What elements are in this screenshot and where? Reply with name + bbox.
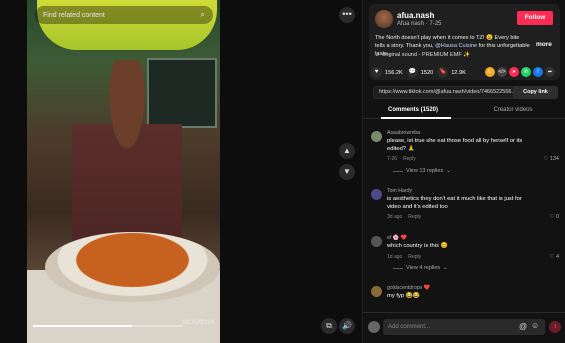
mention-icon[interactable]: @ xyxy=(519,322,527,331)
caption-mention-link[interactable]: @Hausa Cuisine xyxy=(435,43,477,49)
whatsapp-icon[interactable]: ✆ xyxy=(521,67,531,77)
comment-count: 1520 xyxy=(420,69,434,76)
comment-like-count: 4 xyxy=(555,254,559,260)
comment-meta: 1d ago Reply xyxy=(387,254,421,260)
share-buttons: ↻ </> ➤ ✆ f ➦ xyxy=(485,67,555,77)
heart-icon[interactable]: ♥ xyxy=(371,67,382,78)
chevron-down-icon: ⌄ xyxy=(446,168,451,174)
share-more-icon[interactable]: ➦ xyxy=(545,67,555,77)
comment-date: 1d ago xyxy=(387,254,403,260)
view-replies-label: View 4 replies xyxy=(406,265,441,271)
facebook-icon[interactable]: f xyxy=(533,67,543,77)
more-options-icon[interactable]: ••• xyxy=(339,7,355,23)
avatar[interactable] xyxy=(371,286,382,297)
tab-creator-videos[interactable]: Creator videos xyxy=(463,107,563,113)
avatar[interactable] xyxy=(371,189,382,200)
reply-button[interactable]: Reply xyxy=(408,214,421,220)
comment-stat[interactable]: 💬 1520 xyxy=(406,67,434,78)
save-stat[interactable]: 🔖 12.9K xyxy=(437,67,466,78)
comment-like[interactable]: ♡ 0 xyxy=(549,214,559,220)
avatar[interactable] xyxy=(371,236,382,247)
music-row[interactable]: ♫ original sound - PREMIUM EMF ✨ xyxy=(375,52,470,58)
comment-tabs: Comments (1520) Creator videos xyxy=(363,104,565,119)
save-count: 12.9K xyxy=(451,69,466,76)
bookmark-icon[interactable]: 🔖 xyxy=(437,67,449,78)
comment-like[interactable]: ♡ 134 xyxy=(543,156,559,162)
comment-like-count: 0 xyxy=(555,214,559,220)
chevron-down-icon: ⌄ xyxy=(443,265,448,271)
comment-meta: 7-26 Reply xyxy=(387,156,416,162)
details-panel: afua.nash Afua nash · 7-25 Follow The No… xyxy=(362,0,565,343)
caption-more-link[interactable]: more xyxy=(536,41,552,48)
view-replies-label: View 13 replies xyxy=(406,168,444,174)
tiktok-video-page: Find related content ⌕ 00:16/00:24 ••• ▲… xyxy=(0,0,565,343)
comment-like-count: 134 xyxy=(549,156,559,162)
picture-in-picture-icon[interactable]: ⧉ xyxy=(321,318,337,334)
like-count: 156.2K xyxy=(385,69,403,76)
video-stage: Find related content ⌕ 00:16/00:24 ••• ▲… xyxy=(0,0,362,343)
video-timestamp: 00:16/00:24 xyxy=(182,320,214,326)
view-replies-button[interactable]: View 4 replies ⌄ xyxy=(393,265,448,271)
avatar[interactable] xyxy=(371,131,382,142)
comment-text: please, ist true she eat those food all … xyxy=(387,138,523,152)
view-replies-button[interactable]: View 13 replies ⌄ xyxy=(393,168,451,174)
author-username[interactable]: afua.nash xyxy=(397,11,434,20)
comment-text: which country is this 😊 xyxy=(387,243,448,249)
comment-date: 3d ago xyxy=(387,214,403,220)
avatar xyxy=(368,321,380,333)
comment-composer: Add comment... @ ☺ ↑ xyxy=(363,312,565,343)
video-scene-person xyxy=(72,60,182,260)
search-icon[interactable]: ⌕ xyxy=(201,10,205,20)
video-progress-bar[interactable] xyxy=(33,325,183,327)
reply-button[interactable]: Reply xyxy=(408,254,421,260)
author-subline: Afua nash · 7-25 xyxy=(397,21,442,27)
comment-author[interactable]: Tom Hardy xyxy=(387,188,412,194)
video-scene-food-bowl xyxy=(45,232,220,302)
send-icon[interactable]: ↑ xyxy=(549,321,561,333)
music-note-icon: ♫ xyxy=(375,52,380,58)
comment-date: 7-26 xyxy=(387,156,398,162)
video-search-bar[interactable]: Find related content ⌕ xyxy=(35,6,213,24)
repost-icon[interactable]: ↻ xyxy=(485,67,495,77)
comment-author[interactable]: ef 🌸 ❤️ xyxy=(387,235,407,241)
active-tab-underline xyxy=(381,117,451,119)
volume-icon[interactable]: 🔊 xyxy=(339,318,355,334)
emoji-icon[interactable]: ☺ xyxy=(531,321,539,330)
reply-button[interactable]: Reply xyxy=(403,156,416,162)
follow-button[interactable]: Follow xyxy=(517,11,553,25)
comment-text: my fyp 😂😂 xyxy=(387,293,421,299)
comment-meta: 3d ago Reply xyxy=(387,214,421,220)
chevron-down-icon[interactable]: ▼ xyxy=(339,164,355,180)
video-search-placeholder: Find related content xyxy=(43,11,105,19)
video-player[interactable]: Find related content ⌕ 00:16/00:24 xyxy=(27,0,220,343)
chevron-up-icon[interactable]: ▲ xyxy=(339,143,355,159)
engagement-stats: ♥ 156.2K 💬 1520 🔖 12.9K xyxy=(371,67,466,78)
copy-link-button[interactable]: Copy link xyxy=(513,86,558,99)
comment-author[interactable]: goldscentdrops ❤️ xyxy=(387,285,430,291)
comment-like[interactable]: ♡ 4 xyxy=(549,254,559,260)
embed-icon[interactable]: </> xyxy=(497,67,507,77)
send-to-friends-icon[interactable]: ➤ xyxy=(509,67,519,77)
comment-icon[interactable]: 💬 xyxy=(406,67,418,78)
avatar[interactable] xyxy=(375,10,393,28)
video-progress-fill xyxy=(33,325,132,327)
music-title: original sound - PREMIUM EMF ✨ xyxy=(382,52,471,58)
comment-text: is aesthetics they don't eat it much lik… xyxy=(387,196,522,210)
tab-comments[interactable]: Comments (1520) xyxy=(363,107,463,113)
like-stat[interactable]: ♥ 156.2K xyxy=(371,67,403,78)
comment-author[interactable]: Asaabrowmba xyxy=(387,130,420,136)
